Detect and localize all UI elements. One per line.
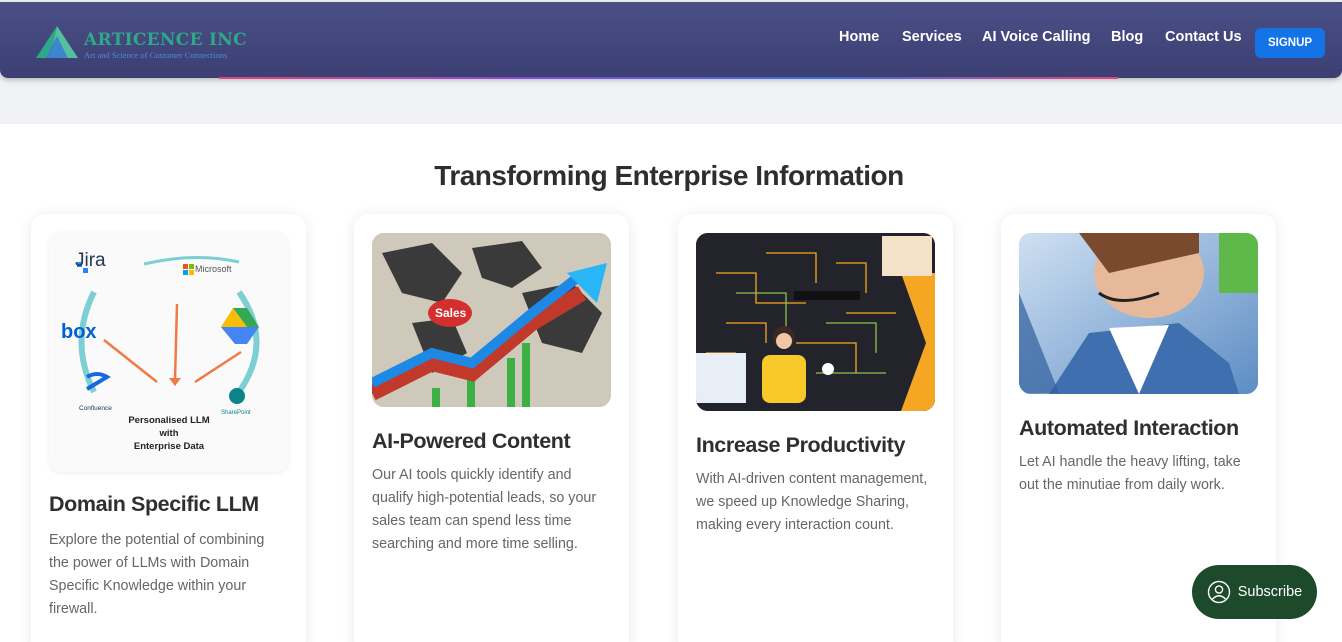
productivity-image — [696, 233, 935, 411]
nav-services[interactable]: Services — [902, 29, 962, 45]
card-text: Explore the potential of combining the p… — [49, 532, 265, 617]
subscribe-label: Subscribe — [1237, 584, 1303, 600]
nav-contact-us[interactable]: Contact Us — [1165, 29, 1242, 45]
nav-ai-voice-calling[interactable]: AI Voice Calling — [982, 29, 1091, 45]
microsoft-logo: Microsoft — [195, 264, 232, 274]
box-logo: box — [61, 321, 97, 343]
jira-logo: Jira — [75, 250, 106, 271]
logo-icon[interactable] — [36, 26, 78, 60]
subscribe-button[interactable]: Subscribe — [1192, 565, 1317, 619]
user-circle-icon — [1207, 580, 1230, 604]
call-agent-image — [1019, 233, 1258, 394]
card-ai-content: Sales AI-Powered Content Our AI tools qu… — [354, 214, 629, 642]
card-title: Automated Interaction — [1019, 416, 1239, 440]
network-illustration — [696, 233, 935, 411]
nav-home[interactable]: Home — [839, 29, 879, 45]
card-productivity: Increase Productivity With AI-driven con… — [678, 214, 953, 642]
llm-diagram-image: Jira Microsoft box Confluence SharePoint… — [49, 232, 288, 472]
diagram-label-3: Enterprise Data — [133, 441, 205, 452]
sales-chart-illustration — [372, 233, 611, 407]
call-agent-illustration — [1019, 233, 1258, 394]
diagram-label-1: Personalised LLM — [128, 415, 210, 426]
navbar: ARTICENCE INC Art and Science of Custome… — [0, 2, 1342, 78]
card-domain-llm: Jira Microsoft box Confluence SharePoint… — [31, 214, 306, 642]
card-title: Domain Specific LLM — [49, 492, 259, 516]
nav-accent-line — [219, 77, 1118, 79]
card-text: Our AI tools quickly identify and qualif… — [372, 467, 597, 552]
brand-name[interactable]: ARTICENCE INC — [84, 30, 247, 50]
brand-tagline: Art and Science of Customer Connections — [84, 50, 228, 60]
confluence-logo: Confluence — [79, 405, 112, 412]
sales-growth-image: Sales — [372, 233, 611, 407]
card-title: AI-Powered Content — [372, 429, 571, 453]
card-text: With AI-driven content management, we sp… — [696, 471, 928, 533]
nav-blog[interactable]: Blog — [1111, 29, 1143, 45]
signup-button[interactable]: SIGNUP — [1255, 28, 1325, 58]
card-text: Let AI handle the heavy lifting, take ou… — [1019, 454, 1241, 493]
card-title: Increase Productivity — [696, 433, 906, 457]
sales-badge: Sales — [435, 306, 467, 320]
sharepoint-logo: SharePoint — [221, 410, 251, 416]
diagram-label-2: with — [159, 428, 179, 439]
section-title: Transforming Enterprise Information — [434, 160, 904, 191]
